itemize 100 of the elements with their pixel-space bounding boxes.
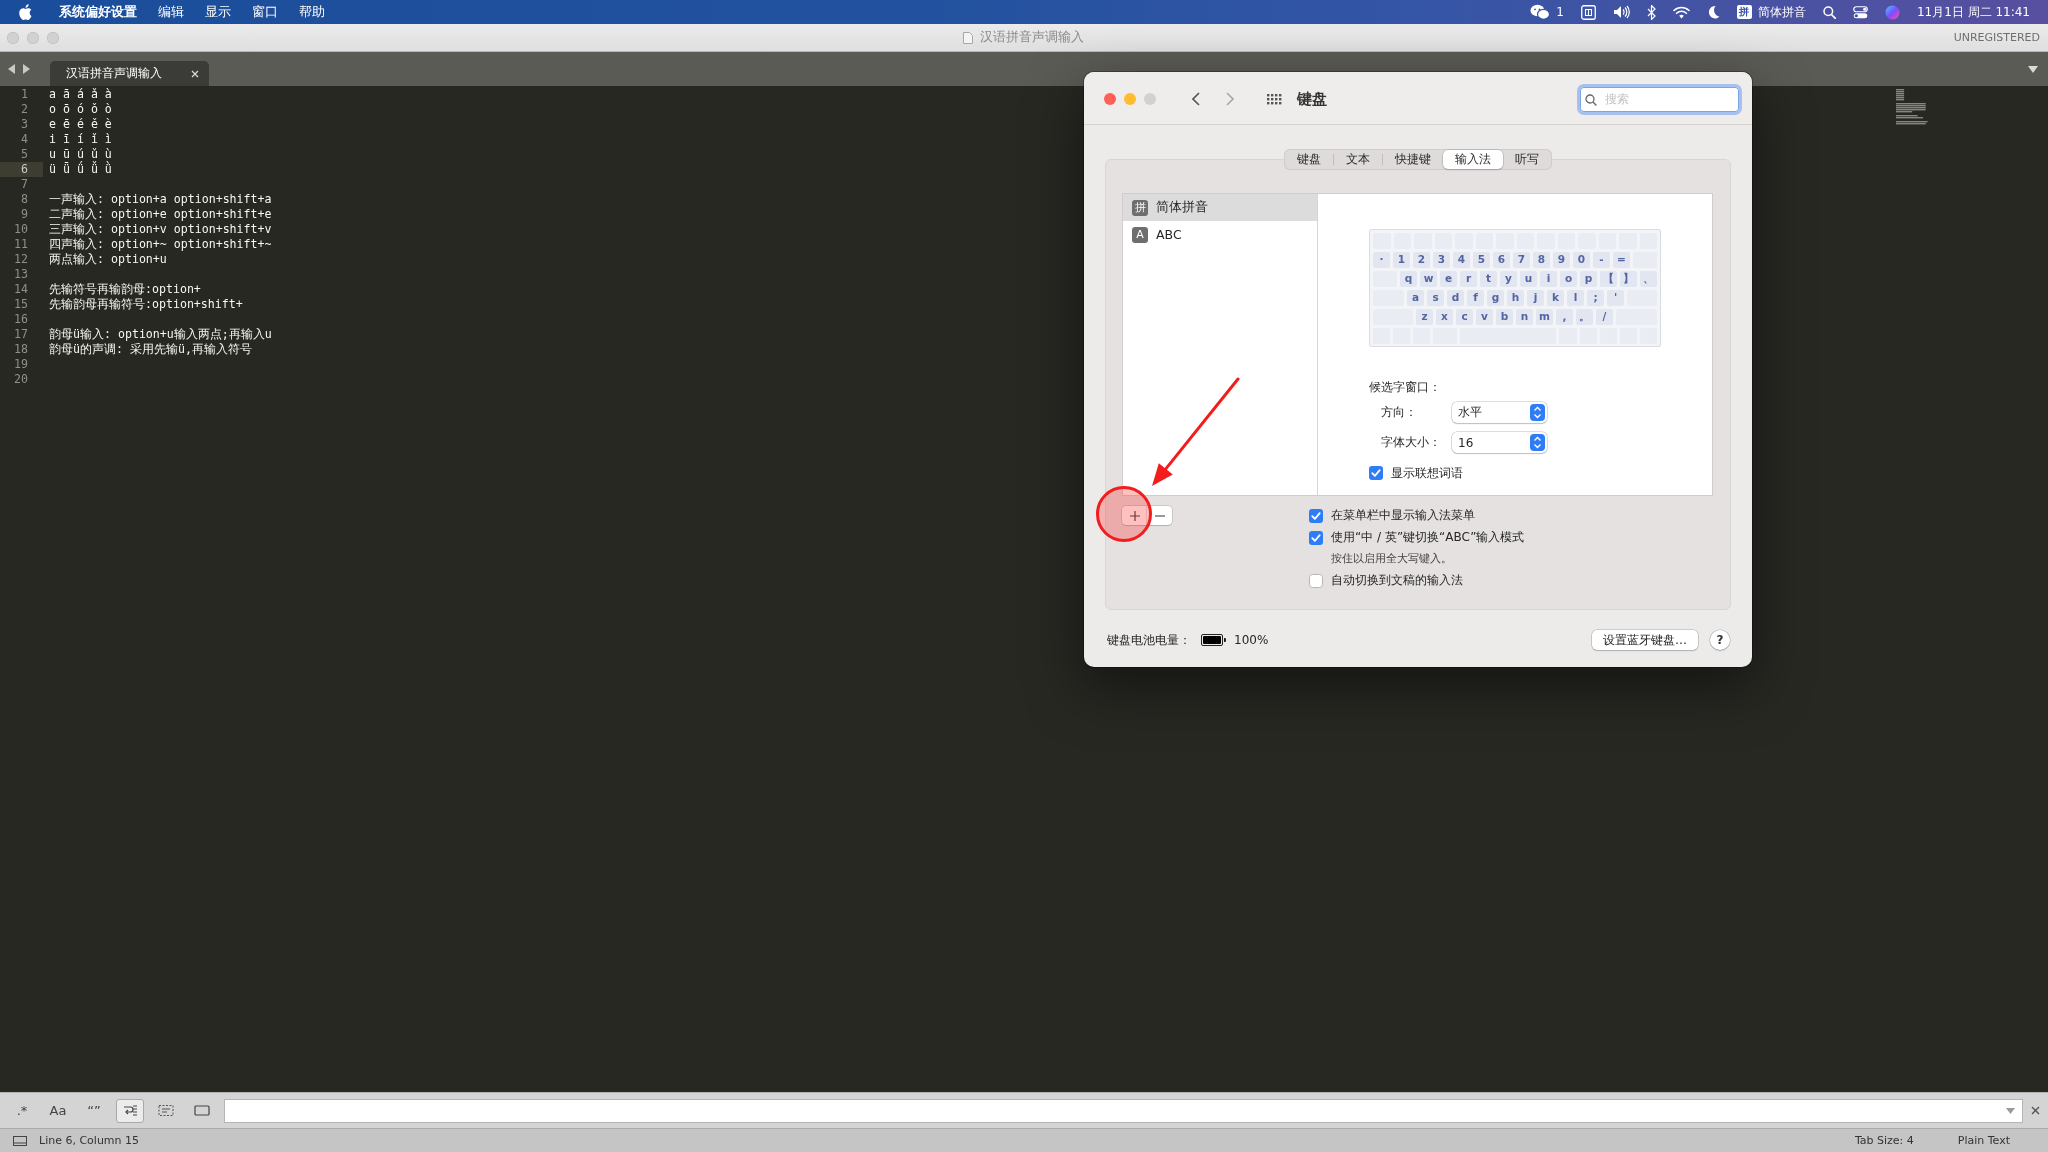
- tab-size[interactable]: Tab Size: 4: [1854, 1134, 1914, 1147]
- line-number: 17: [13, 327, 29, 342]
- line-number: 14: [13, 282, 29, 297]
- back-chevron-icon[interactable]: [1192, 92, 1200, 106]
- gradient-orb-icon[interactable]: [1884, 4, 1900, 20]
- keyboard-key: 5: [1473, 252, 1490, 268]
- wifi-icon[interactable]: [1672, 5, 1690, 19]
- keyboard-key: 6: [1493, 252, 1510, 268]
- line-number: 15: [13, 297, 29, 312]
- menu-item[interactable]: 窗口: [252, 3, 278, 21]
- tab[interactable]: 快捷键: [1383, 150, 1443, 169]
- apple-logo-icon[interactable]: [19, 4, 32, 20]
- field-label: 字体大小：: [1381, 434, 1442, 451]
- syntax-name[interactable]: Plain Text: [1957, 1134, 2010, 1147]
- tab[interactable]: 听写: [1503, 150, 1551, 169]
- line-number: 9: [20, 207, 29, 222]
- keyboard-key: /: [1596, 309, 1613, 325]
- line-number: 18: [13, 342, 29, 357]
- framed-glyph-icon[interactable]: [1580, 4, 1596, 20]
- keyboard-key: 【: [1600, 271, 1617, 287]
- find-option-button[interactable]: [116, 1098, 144, 1123]
- line-number: 4: [20, 132, 29, 147]
- keyboard-key: 9: [1553, 252, 1570, 268]
- keyboard-key: w: [1420, 271, 1437, 287]
- tab[interactable]: 输入法: [1443, 150, 1503, 169]
- code-line: 三声输入: option+v option+shift+v: [48, 222, 272, 237]
- tab[interactable]: 文本: [1334, 150, 1382, 169]
- keyboard-key: 。: [1576, 309, 1593, 325]
- keyboard-key: o: [1560, 271, 1577, 287]
- code-line: u ū ú ǔ ù: [48, 147, 112, 161]
- control-center-icon[interactable]: [1852, 5, 1868, 19]
- setup-button[interactable]: 设置蓝牙键盘…: [1592, 630, 1698, 650]
- code-line: 一声输入: option+a option+shift+a: [48, 192, 272, 207]
- menu-item[interactable]: 显示: [205, 3, 231, 21]
- keyboard-key: 4: [1453, 252, 1470, 268]
- list-item[interactable]: A ABC: [1123, 221, 1317, 248]
- code-line: 先输符号再输韵母:option+: [48, 282, 201, 297]
- code-line: i ī í ǐ ì: [48, 132, 112, 147]
- input-source-badge[interactable]: 拼: [1736, 5, 1752, 19]
- keyboard-key: p: [1580, 271, 1597, 287]
- line-number: 2: [20, 102, 29, 117]
- code-line: 四声输入: option+~ option+shift+~: [48, 237, 272, 252]
- keyboard-key: ': [1607, 290, 1624, 306]
- clock[interactable]: 11月1日 周二 11:41: [1916, 3, 2030, 21]
- keyboard-key: 】: [1620, 271, 1637, 287]
- plus-icon: [1129, 510, 1140, 521]
- input-source-name[interactable]: 简体拼音: [1757, 3, 1806, 21]
- menu-item[interactable]: 帮助: [299, 3, 325, 21]
- find-option-button[interactable]: “”: [80, 1098, 108, 1123]
- find-option-button[interactable]: Aa: [44, 1098, 72, 1123]
- wrap-lines-icon: [122, 1104, 138, 1117]
- bluetooth-icon[interactable]: [1646, 4, 1656, 20]
- help-button[interactable]: ?: [1710, 630, 1730, 650]
- keyboard-key: 1: [1393, 252, 1410, 268]
- triangle-right-icon[interactable]: [22, 64, 30, 74]
- line-number: 12: [13, 252, 29, 267]
- checkbox[interactable]: [1309, 573, 1323, 588]
- option-label: 显示联想词语: [1391, 464, 1463, 482]
- close-icon[interactable]: [2031, 1106, 2040, 1115]
- find-option-button[interactable]: .*: [8, 1098, 36, 1123]
- up-down-arrows-icon: [1530, 404, 1545, 421]
- dropdown[interactable]: 16: [1452, 432, 1547, 453]
- line-number: 7: [20, 177, 29, 192]
- checkbox[interactable]: [1309, 508, 1323, 523]
- moon-icon[interactable]: [1706, 5, 1720, 19]
- search-icon: [1585, 93, 1597, 106]
- field-label: 方向：: [1381, 404, 1418, 421]
- grid-icon[interactable]: [1267, 93, 1282, 105]
- triangle-left-icon[interactable]: [8, 64, 16, 74]
- line-number: 6: [0, 162, 43, 177]
- find-field[interactable]: [224, 1098, 2023, 1123]
- add-button[interactable]: [1122, 506, 1147, 525]
- tab[interactable]: 键盘: [1285, 150, 1333, 169]
- volume-icon[interactable]: [1612, 5, 1630, 19]
- line-number: 8: [20, 192, 29, 207]
- line-number: 10: [13, 222, 29, 237]
- code-line: ü ǖ ǘ ǚ ǜ: [48, 162, 112, 177]
- checkbox[interactable]: [1309, 530, 1323, 545]
- panel-icon[interactable]: [13, 1135, 27, 1146]
- search-icon[interactable]: [1822, 5, 1836, 19]
- menu-app-name[interactable]: 系统偏好设置: [59, 3, 137, 21]
- keyboard-key: 3: [1433, 252, 1450, 268]
- code-line: 先输韵母再输符号:option+shift+: [48, 297, 243, 312]
- caret-icon[interactable]: [2006, 1107, 2015, 1114]
- remove-button[interactable]: [1147, 506, 1172, 525]
- chat-bubbles-icon[interactable]: [1530, 4, 1551, 20]
- menu-item[interactable]: 编辑: [158, 3, 184, 21]
- checkbox[interactable]: [1369, 466, 1383, 480]
- search-field[interactable]: 搜索: [1577, 83, 1742, 115]
- list-item[interactable]: 拼 简体拼音: [1123, 194, 1317, 221]
- keyboard-key: c: [1456, 309, 1473, 325]
- dropdown[interactable]: 水平: [1452, 402, 1547, 423]
- rectangle-icon: [194, 1104, 210, 1117]
- editor-tab[interactable]: 汉语拼音声调输入: [50, 61, 209, 86]
- keyboard-key: d: [1447, 290, 1464, 306]
- keyboard-key: z: [1416, 309, 1433, 325]
- window-control-button[interactable]: [1104, 93, 1116, 105]
- code-line: 两点输入: option+u: [48, 252, 167, 267]
- keyboard-key: ;: [1587, 290, 1604, 306]
- caret-icon[interactable]: [2028, 65, 2038, 73]
